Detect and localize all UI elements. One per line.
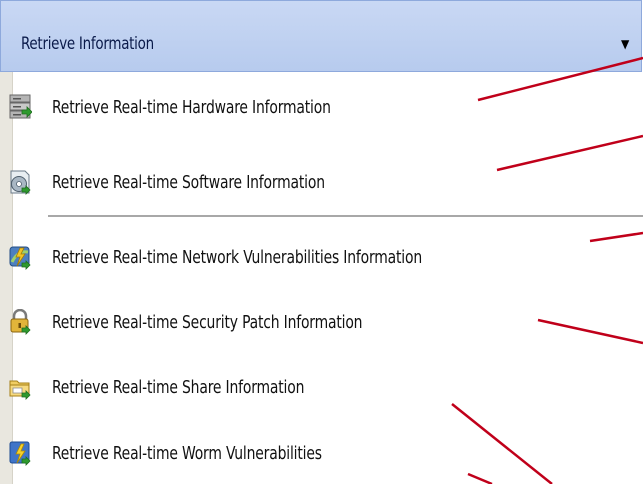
server-icon (8, 94, 33, 120)
network-vulnerability-icon (8, 244, 32, 270)
software-disc-icon (8, 169, 32, 195)
menu-item-security-patch[interactable]: Retrieve Real-time Security Patch Inform… (0, 303, 600, 343)
menu-item-label: Retrieve Real-time Share Information (52, 377, 305, 398)
menu-item-label: Retrieve Real-time Hardware Information (52, 97, 331, 118)
menu-item-share[interactable]: Retrieve Real-time Share Information (0, 368, 600, 408)
menu-item-label: Retrieve Real-time Network Vulnerabiliti… (52, 247, 422, 268)
share-folder-icon (8, 374, 32, 400)
menu-item-hardware[interactable]: Retrieve Real-time Hardware Information (0, 88, 600, 128)
dropdown-title: Retrieve Information (21, 34, 154, 54)
menu-item-worm-vulnerabilities[interactable]: Retrieve Real-time Worm Vulnerabilities (0, 434, 600, 474)
menu-icon-gutter (0, 72, 13, 484)
menu-item-label: Retrieve Real-time Security Patch Inform… (52, 312, 363, 333)
retrieve-information-menu-screenshot: Retrieve Information ▼ Retrieve Real-tim… (0, 0, 643, 484)
menu-separator (48, 215, 643, 217)
worm-shield-icon (8, 440, 32, 466)
menu-item-network-vulnerabilities[interactable]: Retrieve Real-time Network Vulnerabiliti… (0, 238, 600, 278)
security-patch-lock-icon (8, 308, 32, 335)
dropdown-arrow-icon[interactable]: ▼ (621, 37, 629, 51)
retrieve-information-dropdown[interactable]: Retrieve Information ▼ (0, 0, 642, 72)
menu-item-software[interactable]: Retrieve Real-time Software Information (0, 163, 600, 203)
menu-item-label: Retrieve Real-time Worm Vulnerabilities (52, 443, 322, 464)
menu-item-label: Retrieve Real-time Software Information (52, 172, 325, 193)
dropdown-menu-panel (0, 72, 643, 484)
